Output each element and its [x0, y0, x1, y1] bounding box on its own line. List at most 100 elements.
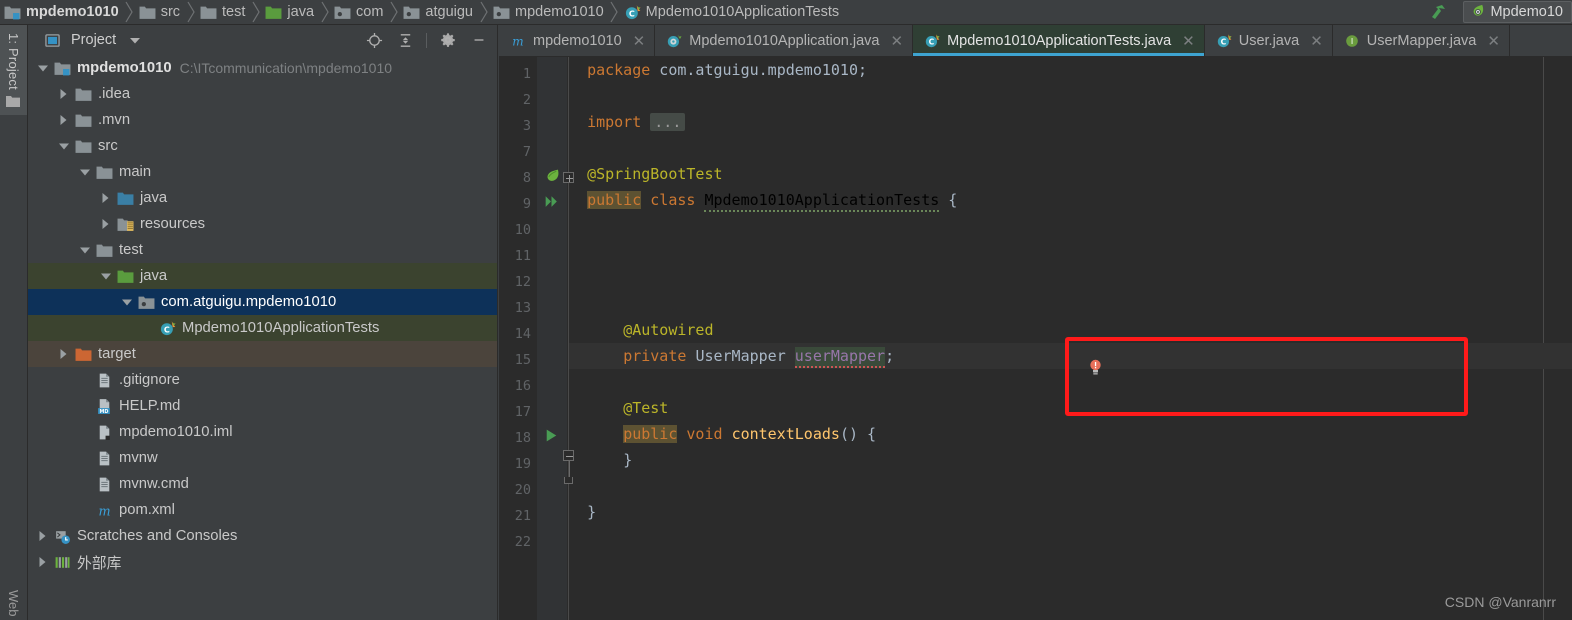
chevron-down-icon[interactable]: [78, 166, 91, 179]
breadcrumb: mpdemo1010 src test java com atguigu mpdemo101…: [0, 0, 844, 25]
sidebar-item-project[interactable]: 1: Project: [0, 25, 27, 115]
breadcrumb-item-test[interactable]: test: [196, 0, 250, 25]
code-line: }: [569, 499, 596, 525]
source-folder-green-icon: [265, 4, 282, 21]
editor-tab-mpdemo1010applicationtests-java[interactable]: C Mpdemo1010ApplicationTests.java ✕: [913, 25, 1205, 56]
svg-text:m: m: [512, 34, 523, 48]
tree-node-label: .mvn: [98, 112, 131, 128]
chevron-down-icon[interactable]: [99, 270, 112, 283]
chevron-down-icon[interactable]: [120, 296, 133, 309]
chevron-right-icon[interactable]: [99, 192, 112, 205]
tree-node[interactable]: java: [28, 185, 497, 211]
close-icon[interactable]: ✕: [891, 32, 904, 50]
breadcrumb-item-java[interactable]: java: [261, 0, 319, 25]
hammer-icon[interactable]: [1421, 0, 1455, 25]
maven-file-icon: m: [96, 502, 113, 519]
run-configuration-selector[interactable]: Mpdemo10: [1463, 1, 1572, 23]
gutter-icon-column[interactable]: [537, 57, 567, 620]
tree-node[interactable]: main: [28, 159, 497, 185]
editor-tab-mpdemo1010[interactable]: m mpdemo1010 ✕: [499, 25, 656, 56]
editor-tab-user-java[interactable]: C User.java ✕: [1205, 25, 1333, 56]
tree-node-label: main: [119, 164, 152, 180]
tree-node[interactable]: m pom.xml: [28, 497, 497, 523]
chevron-down-icon[interactable]: [57, 140, 70, 153]
close-icon[interactable]: ✕: [1487, 32, 1500, 50]
java-interface-icon: I: [1344, 33, 1360, 49]
chevron-right-icon[interactable]: [57, 348, 70, 361]
line-number: 16: [514, 378, 531, 394]
chevron-right-icon[interactable]: [36, 556, 49, 569]
breadcrumb-item-mpdemo1010[interactable]: mpdemo1010: [0, 0, 124, 25]
minimize-icon[interactable]: [467, 28, 491, 52]
collapse-all-icon[interactable]: [393, 28, 417, 52]
breadcrumb-item-atguigu[interactable]: atguigu: [399, 0, 478, 25]
external-libraries-icon: [54, 554, 71, 571]
tree-node[interactable]: Scratches and Consoles: [28, 523, 497, 549]
close-icon[interactable]: ✕: [1182, 32, 1195, 50]
toolbar-right: Mpdemo10: [1421, 0, 1572, 25]
code-token: }: [587, 503, 597, 521]
project-tree[interactable]: mpdemo1010 C:\ITcommunication\mpdemo1010.…: [28, 55, 497, 575]
run-test-icon[interactable]: [543, 427, 561, 445]
tree-node[interactable]: target: [28, 341, 497, 367]
line-number: 13: [514, 300, 531, 316]
folder-icon: [75, 112, 92, 129]
breadcrumb-item-mpdemo1010applicationtests[interactable]: C Mpdemo1010ApplicationTests: [620, 0, 844, 25]
run-all-tests-icon[interactable]: [543, 193, 561, 211]
tree-node[interactable]: .gitignore: [28, 367, 497, 393]
chevron-down-icon[interactable]: [36, 62, 49, 75]
breadcrumb-item-mpdemo1010[interactable]: mpdemo1010: [489, 0, 609, 25]
breadcrumb-item-src[interactable]: src: [135, 0, 185, 25]
scratches-icon: [54, 528, 71, 545]
tree-node[interactable]: mvnw: [28, 445, 497, 471]
tree-node[interactable]: C Mpdemo1010ApplicationTests: [28, 315, 497, 341]
chevron-right-icon[interactable]: [36, 530, 49, 543]
intention-bulb-icon[interactable]: [1089, 359, 1102, 376]
chevron-right-icon[interactable]: [99, 218, 112, 231]
tree-node-label: java: [140, 268, 168, 284]
breadcrumb-item-label: mpdemo1010: [26, 4, 119, 20]
chevron-down-icon[interactable]: [123, 28, 147, 52]
spring-class-icon: [666, 33, 682, 49]
code-token: ;: [885, 347, 895, 365]
tree-node[interactable]: .idea: [28, 81, 497, 107]
editor-tab-mpdemo1010application-java[interactable]: Mpdemo1010Application.java ✕: [655, 25, 914, 56]
line-number: 1: [522, 66, 531, 82]
tree-node[interactable]: 外部库: [28, 549, 497, 575]
close-icon[interactable]: ✕: [633, 32, 646, 50]
folder-icon: [200, 4, 217, 21]
chevron-right-icon[interactable]: [57, 88, 70, 101]
tree-node[interactable]: mvnw.cmd: [28, 471, 497, 497]
gear-icon[interactable]: [436, 28, 460, 52]
chevron-right-icon[interactable]: [57, 114, 70, 127]
tree-node[interactable]: src: [28, 133, 497, 159]
code-editor[interactable]: 1 2 3 7 8 9 10 11 12 13 14 15 16 17 18 19 20 21 22 package…: [499, 57, 1572, 620]
code-text[interactable]: package com.atguigu.mpdemo1010; import .…: [569, 57, 1572, 620]
editor-tab-usermapper-java[interactable]: I UserMapper.java ✕: [1333, 25, 1510, 56]
tree-node[interactable]: java: [28, 263, 497, 289]
close-icon[interactable]: ✕: [1310, 32, 1323, 50]
file-icon: [96, 372, 113, 389]
tree-node[interactable]: mpdemo1010 C:\ITcommunication\mpdemo1010: [28, 55, 497, 81]
tree-node[interactable]: test: [28, 237, 497, 263]
breadcrumb-item-com[interactable]: com: [330, 0, 388, 25]
locate-icon[interactable]: [362, 28, 386, 52]
chevron-down-icon[interactable]: [78, 244, 91, 257]
spring-bean-icon[interactable]: [543, 167, 561, 185]
code-line: public class Mpdemo1010ApplicationTests …: [569, 187, 957, 213]
sidebar-item-web[interactable]: Web: [0, 586, 27, 620]
tree-node[interactable]: .mvn: [28, 107, 497, 133]
tree-node[interactable]: com.atguigu.mpdemo1010: [28, 289, 497, 315]
tree-node[interactable]: resources: [28, 211, 497, 237]
code-line: private UserMapper userMapper;: [569, 343, 894, 369]
svg-text:C: C: [1220, 37, 1226, 46]
line-number-gutter: 1 2 3 7 8 9 10 11 12 13 14 15 16 17 18 19 20 21 22: [499, 57, 537, 620]
tree-node[interactable]: MD HELP.md: [28, 393, 497, 419]
editor-tab-bar: m mpdemo1010 ✕ Mpdemo1010Application.java ✕ C…: [499, 25, 1572, 57]
tree-node[interactable]: mpdemo1010.iml: [28, 419, 497, 445]
tree-node-label: mpdemo1010.iml: [119, 424, 233, 440]
